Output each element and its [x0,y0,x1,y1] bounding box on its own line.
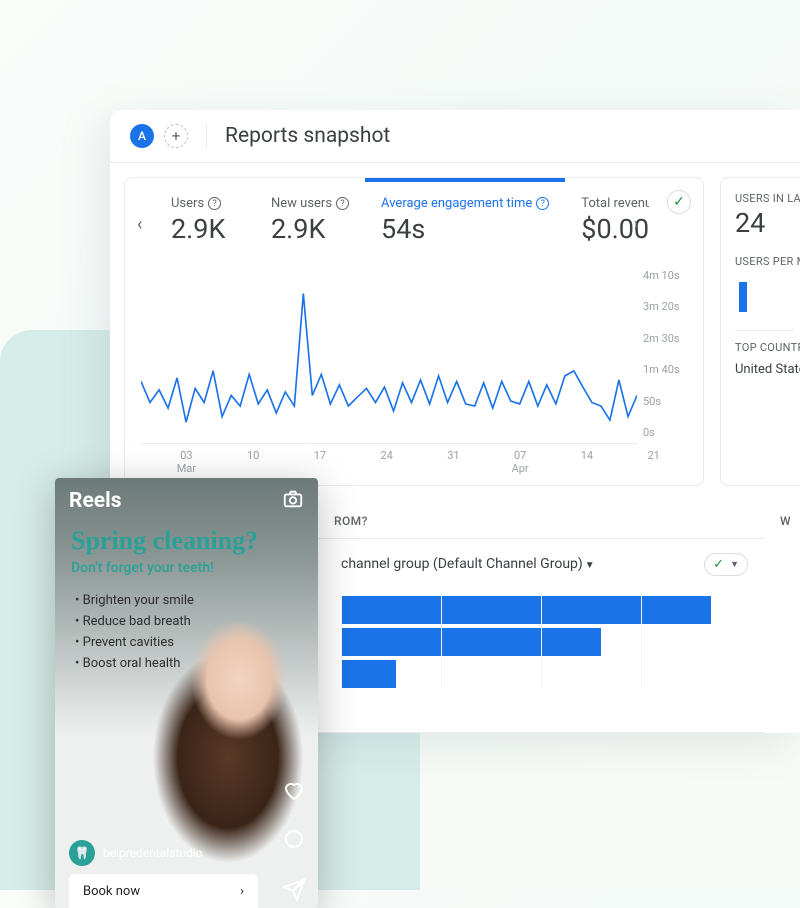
top-countries-label: TOP COUNTRIES [735,341,794,354]
reels-phone-mock: Reels Spring cleaning? Don't forget your… [55,478,318,908]
country-row: United States [735,362,794,377]
check-icon: ✓ [713,557,724,572]
x-tick: 31 [420,449,487,475]
chevron-right-icon: › [240,884,244,899]
status-dropdown[interactable]: ✓ ▼ [704,553,748,576]
metric-users[interactable]: Users ? 2.9K [155,192,255,251]
comment-icon[interactable] [282,828,306,856]
reels-side-icons [282,778,306,906]
metric-value: $0.00 [581,213,649,245]
metric-revenue[interactable]: Total revenue $0.00 [565,192,665,251]
next-chevron[interactable]: › [634,214,639,235]
cards-row: ✓ ‹ Users ? 2.9K New users ? 2.9K [110,163,800,486]
reels-subhead: Don't forget your teeth! [71,560,302,576]
horizontal-bar-chart [341,596,741,688]
per-minute-label: USERS PER MINUTE [735,255,794,268]
metric-engagement[interactable]: Average engagement time ? 54s [365,192,565,251]
book-now-button[interactable]: Book now › [69,874,258,908]
x-tick: 14 [554,449,621,475]
add-button[interactable]: + [164,124,188,148]
prev-chevron[interactable]: ‹ [137,214,142,235]
reels-header: Reels [55,478,318,520]
x-tick: 21 [620,449,687,475]
help-icon[interactable]: ? [208,197,221,210]
bar [341,628,601,656]
camera-icon[interactable] [282,488,304,514]
chevron-down-icon: ▼ [585,560,595,571]
divider [735,330,794,331]
x-tick: 10 [220,449,287,475]
help-icon[interactable]: ? [536,197,549,210]
realtime-card: USERS IN LAST 30 MINUTES 24 USERS PER MI… [720,177,800,486]
chevron-down-icon: ▼ [730,559,739,570]
section-title-right: W [780,514,800,528]
line-chart-svg [141,269,637,445]
help-icon[interactable]: ? [336,197,349,210]
x-tick: 17 [287,449,354,475]
bar [341,596,711,624]
reels-title: Reels [69,489,121,513]
x-tick: 07Apr [487,449,554,475]
analytics-header: A + Reports snapshot [110,110,800,163]
reels-user-row[interactable]: 🦷 belpredentalstudio [69,840,202,866]
share-icon[interactable] [282,878,306,906]
metric-value: 2.9K [171,213,239,245]
x-axis-labels: 03Mar1017243107Apr1421 [141,445,687,475]
metric-label: Total revenue [581,196,649,211]
reels-headline: Spring cleaning? [71,526,302,556]
divider [206,124,207,148]
metric-new-users[interactable]: New users ? 2.9K [255,192,365,251]
mini-bar-chart [735,280,794,316]
metrics-row: ‹ Users ? 2.9K New users ? 2.9K [141,192,687,251]
channel-group-selector[interactable]: channel group (Default Channel Group)▼ [341,556,595,572]
metric-label: Users ? [171,196,239,211]
overview-card: ✓ ‹ Users ? 2.9K New users ? 2.9K [124,177,704,486]
realtime-value: 24 [735,207,794,239]
metric-label: New users ? [271,196,349,211]
page-title: Reports snapshot [225,124,390,148]
metric-value: 54s [381,213,549,245]
x-tick: 03Mar [153,449,220,475]
y-axis-labels: 4m 10s 3m 20s 2m 30s 1m 40s 50s 0s [637,269,687,439]
x-tick: 24 [353,449,420,475]
bar [341,660,396,688]
engagement-chart: 4m 10s 3m 20s 2m 30s 1m 40s 50s 0s [141,269,687,445]
metric-value: 2.9K [271,213,349,245]
user-avatar-icon: 🦷 [69,840,95,866]
realtime-label: USERS IN LAST 30 MINUTES [735,192,794,205]
account-avatar[interactable]: A [130,124,154,148]
heart-icon[interactable] [282,778,306,806]
metric-label: Average engagement time ? [381,196,549,211]
username: belpredentalstudio [103,846,202,860]
